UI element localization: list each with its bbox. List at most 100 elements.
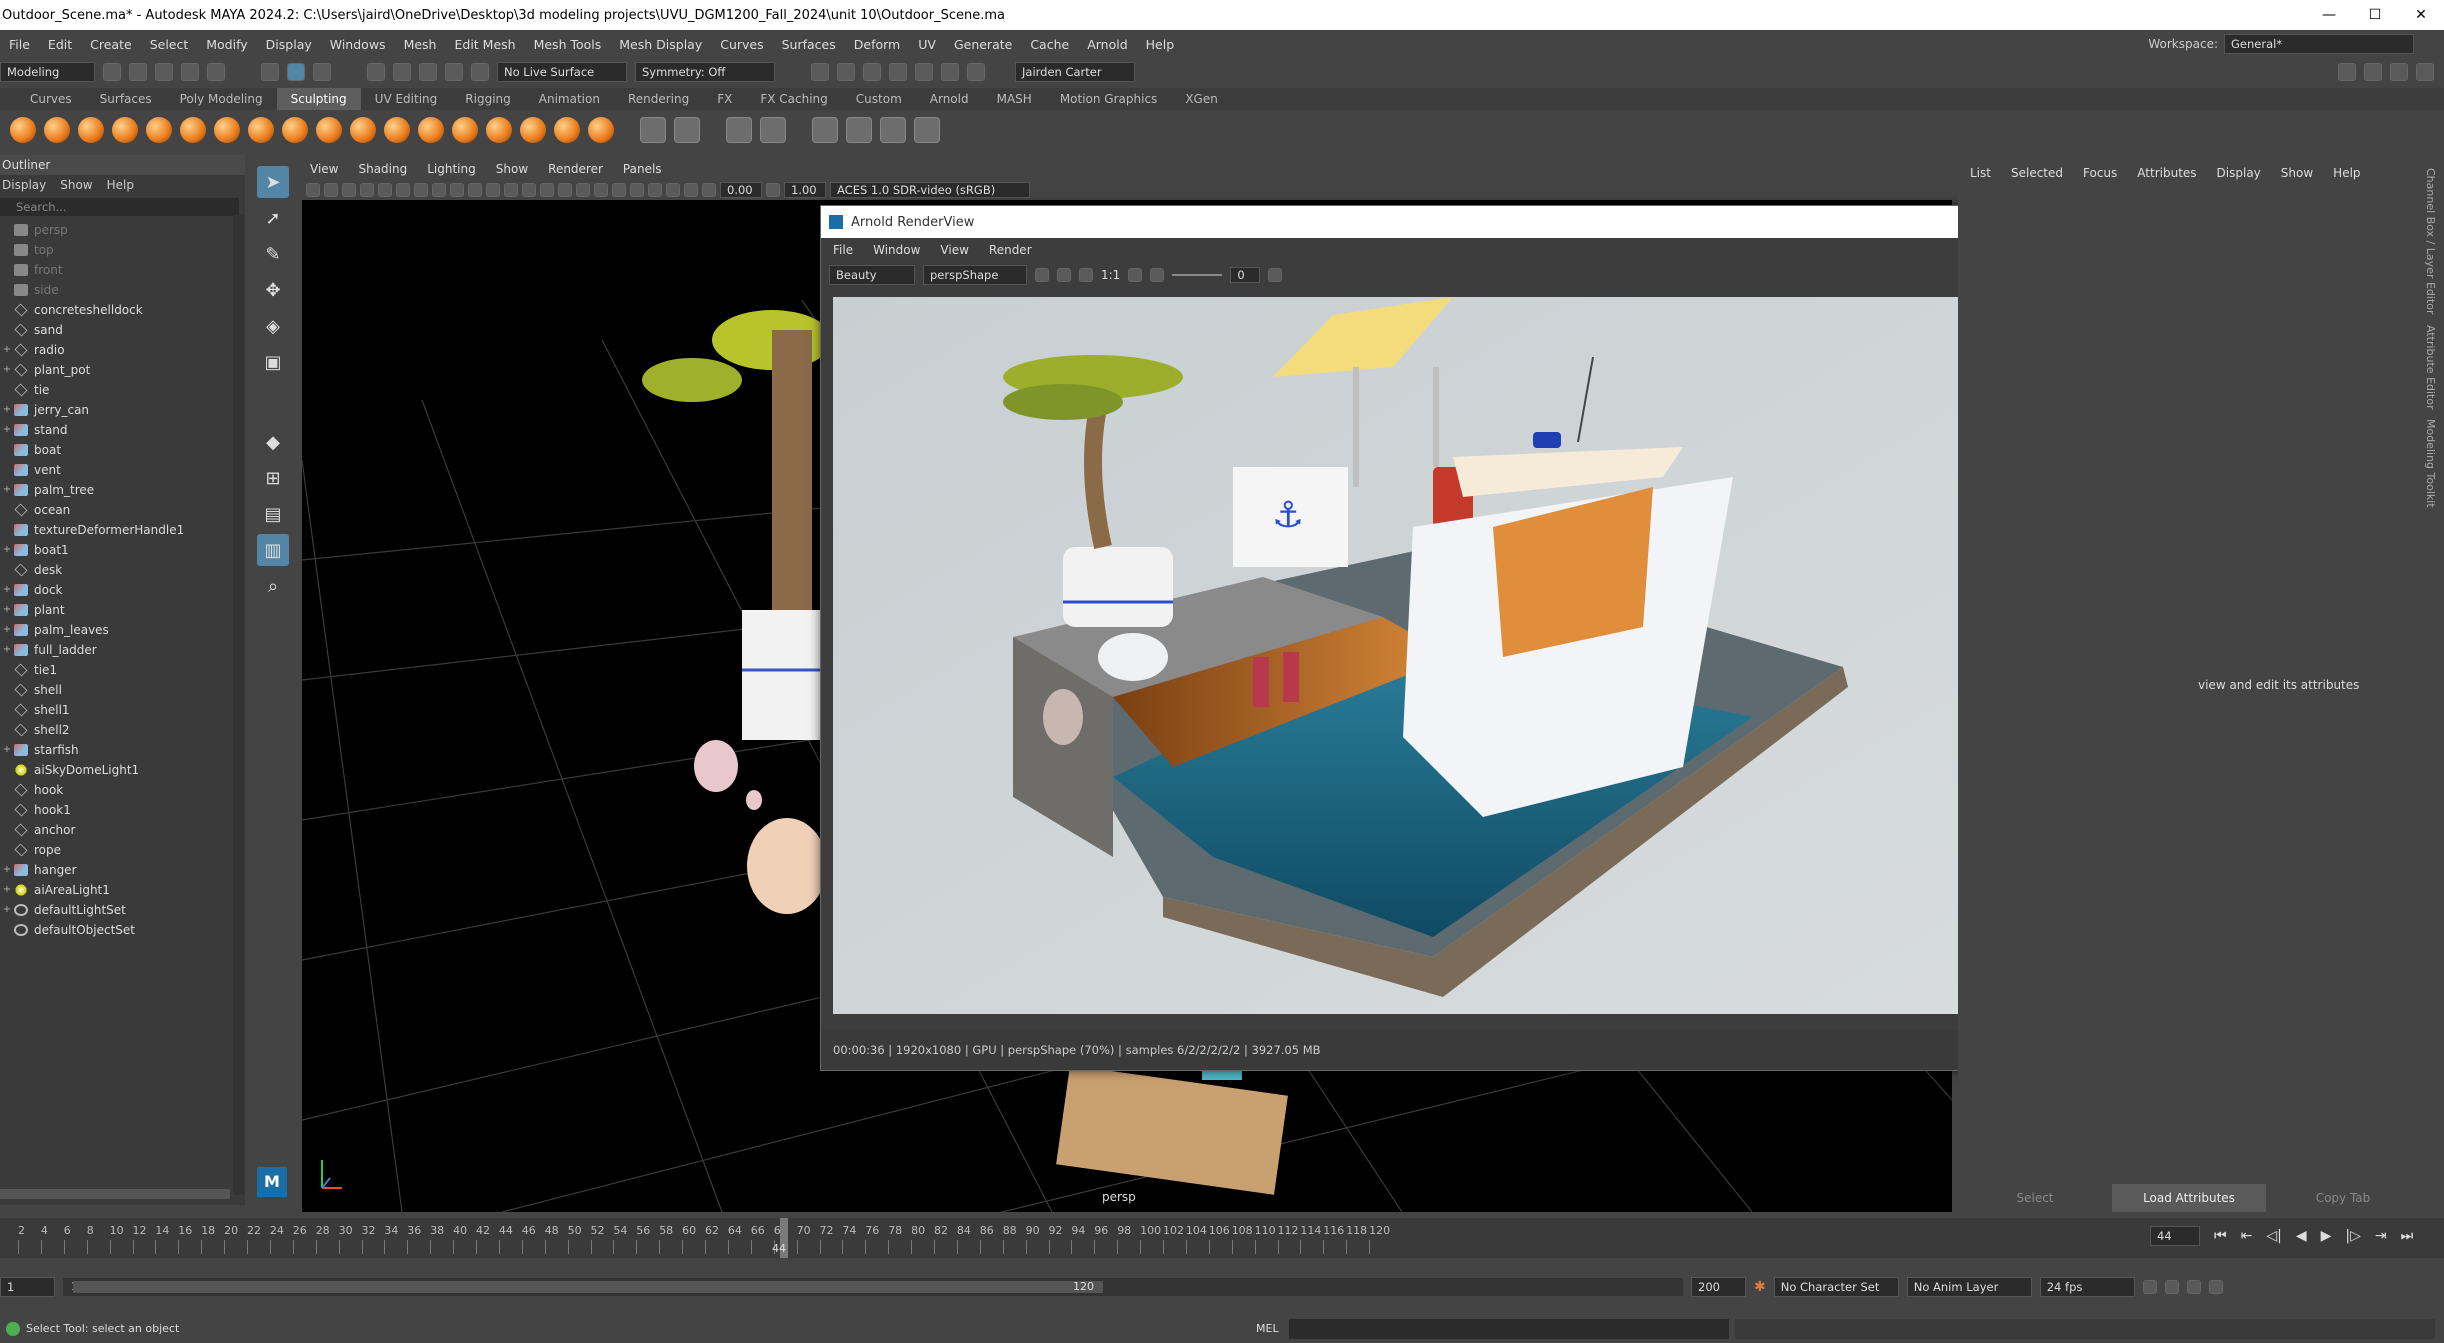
grease-pencil-icon[interactable] bbox=[396, 183, 410, 197]
shelf-tab-fx[interactable]: FX bbox=[703, 88, 746, 110]
cached-playback-icon[interactable] bbox=[2164, 1280, 2179, 1294]
outliner-item[interactable]: anchor bbox=[0, 820, 245, 840]
expand-toggle-icon[interactable]: + bbox=[0, 900, 14, 920]
snap-curve-icon[interactable] bbox=[393, 63, 411, 81]
minimize-button[interactable]: — bbox=[2306, 7, 2352, 23]
bulge-tool-icon[interactable] bbox=[520, 117, 546, 143]
outliner-item[interactable]: + dock bbox=[0, 580, 245, 600]
workspace-dropdown[interactable]: General* bbox=[2224, 34, 2414, 54]
snap-point-icon[interactable] bbox=[419, 63, 437, 81]
render-frame-icon[interactable] bbox=[837, 63, 855, 81]
select-hierarchy-icon[interactable] bbox=[261, 63, 279, 81]
shelf-tab-surfaces[interactable]: Surfaces bbox=[86, 88, 166, 110]
expand-toggle-icon[interactable]: + bbox=[0, 860, 14, 880]
snapshot-icon[interactable] bbox=[1268, 268, 1283, 282]
outliner-search-input[interactable]: Search... bbox=[0, 198, 239, 216]
swap-icon[interactable] bbox=[1079, 268, 1093, 282]
outliner-menu-display[interactable]: Display bbox=[2, 175, 46, 195]
outliner-item[interactable]: ocean bbox=[0, 500, 245, 520]
outliner-item[interactable]: concreteshelldock bbox=[0, 300, 245, 320]
outliner-item[interactable]: shell bbox=[0, 680, 245, 700]
command-input[interactable] bbox=[1288, 1318, 1729, 1339]
menu-cache[interactable]: Cache bbox=[1021, 37, 1078, 52]
knife-tool-icon[interactable] bbox=[452, 117, 478, 143]
ae-menu-help[interactable]: Help bbox=[2333, 166, 2360, 180]
expand-toggle-icon[interactable]: + bbox=[0, 360, 14, 380]
auto-key-icon[interactable]: ✱ bbox=[1754, 1279, 1766, 1295]
shadows-icon[interactable] bbox=[594, 183, 608, 197]
menu-edit[interactable]: Edit bbox=[39, 37, 81, 52]
outliner-item[interactable]: aiSkyDomeLight1 bbox=[0, 760, 245, 780]
ipr-render-icon[interactable] bbox=[863, 63, 881, 81]
shelf-tab-sculpting[interactable]: Sculpting bbox=[276, 88, 361, 110]
mode-dropdown[interactable]: Modeling bbox=[0, 62, 95, 82]
persp-outliner-icon[interactable]: ▤ bbox=[257, 498, 289, 530]
viewport-menu-renderer[interactable]: Renderer bbox=[548, 162, 603, 176]
sculpt-tool-icon[interactable] bbox=[10, 117, 36, 143]
ae-menu-attributes[interactable]: Attributes bbox=[2137, 166, 2196, 180]
outliner-item[interactable]: tie bbox=[0, 380, 245, 400]
outliner-item[interactable]: boat bbox=[0, 440, 245, 460]
outliner-item[interactable]: + plant bbox=[0, 600, 245, 620]
stamp-icon[interactable] bbox=[760, 117, 786, 143]
mask-icon[interactable] bbox=[812, 117, 838, 143]
viewport-menu-view[interactable]: View bbox=[310, 162, 338, 176]
hypershade-icon[interactable] bbox=[915, 63, 933, 81]
lasso-tool-icon[interactable]: ➚ bbox=[257, 202, 289, 234]
scrape-tool-icon[interactable] bbox=[384, 117, 410, 143]
current-frame-field[interactable]: 44 bbox=[2150, 1226, 2200, 1246]
viewport-menu-show[interactable]: Show bbox=[496, 162, 528, 176]
outliner-item[interactable]: desk bbox=[0, 560, 245, 580]
expand-toggle-icon[interactable]: + bbox=[0, 880, 14, 900]
menu-file[interactable]: File bbox=[0, 37, 39, 52]
go-to-start-icon[interactable]: ⏮ bbox=[2214, 1228, 2227, 1244]
grid-toggle-icon[interactable] bbox=[414, 183, 428, 197]
freeze-tool-icon[interactable] bbox=[588, 117, 614, 143]
new-scene-icon[interactable] bbox=[103, 63, 121, 81]
select-component-icon[interactable] bbox=[313, 63, 331, 81]
menu-uv[interactable]: UV bbox=[909, 37, 945, 52]
expand-toggle-icon[interactable]: + bbox=[0, 740, 14, 760]
side-tab-channel-box[interactable]: Channel Box / Layer Editor bbox=[2424, 168, 2437, 315]
outliner-item[interactable]: + hanger bbox=[0, 860, 245, 880]
safe-action-icon[interactable] bbox=[504, 183, 518, 197]
play-backwards-icon[interactable]: ◀ bbox=[2296, 1228, 2307, 1244]
render-canvas[interactable]: ⚓ bbox=[833, 297, 2048, 1014]
menu-windows[interactable]: Windows bbox=[321, 37, 395, 52]
scale-tool-icon[interactable]: ▣ bbox=[257, 346, 289, 378]
step-forward-key-icon[interactable]: ⇥ bbox=[2375, 1228, 2387, 1244]
outliner-item[interactable]: + palm_leaves bbox=[0, 620, 245, 640]
outliner-item[interactable]: vent bbox=[0, 460, 245, 480]
rgb-channels-icon[interactable] bbox=[1057, 268, 1071, 282]
pause-icon[interactable] bbox=[967, 63, 985, 81]
uv-grid-icon[interactable] bbox=[674, 117, 700, 143]
zoom-ratio-button[interactable]: 1:1 bbox=[1101, 268, 1120, 282]
menu-create[interactable]: Create bbox=[81, 37, 141, 52]
renderview-menu-render[interactable]: Render bbox=[989, 243, 1032, 257]
menu-deform[interactable]: Deform bbox=[845, 37, 909, 52]
viewport-menu-shading[interactable]: Shading bbox=[358, 162, 407, 176]
step-back-key-icon[interactable]: ⇤ bbox=[2241, 1228, 2253, 1244]
open-scene-icon[interactable] bbox=[129, 63, 147, 81]
outliner-layout-icon[interactable]: ▥ bbox=[257, 534, 289, 566]
exposure-icon[interactable] bbox=[1150, 268, 1165, 282]
expand-toggle-icon[interactable]: + bbox=[0, 620, 14, 640]
outliner-item[interactable]: hook bbox=[0, 780, 245, 800]
outliner-item[interactable]: + boat1 bbox=[0, 540, 245, 560]
symmetry-dropdown[interactable]: Symmetry: Off bbox=[635, 62, 775, 82]
loop-icon[interactable] bbox=[2142, 1280, 2157, 1294]
ae-menu-focus[interactable]: Focus bbox=[2083, 166, 2117, 180]
go-to-end-icon[interactable]: ⏭ bbox=[2401, 1228, 2414, 1244]
shelf-tab-rigging[interactable]: Rigging bbox=[451, 88, 524, 110]
outliner-item[interactable]: + defaultLightSet bbox=[0, 900, 245, 920]
menu-generate[interactable]: Generate bbox=[945, 37, 1021, 52]
expand-toggle-icon[interactable]: + bbox=[0, 540, 14, 560]
outliner-item[interactable]: textureDeformerHandle1 bbox=[0, 520, 245, 540]
animation-end-field[interactable]: 200 bbox=[1691, 1277, 1746, 1297]
shelf-tab-motion-graphics[interactable]: Motion Graphics bbox=[1046, 88, 1172, 110]
wax-tool-icon[interactable] bbox=[350, 117, 376, 143]
anim-layer-dropdown[interactable]: No Anim Layer bbox=[1906, 1277, 2032, 1297]
expand-toggle-icon[interactable]: + bbox=[0, 420, 14, 440]
outliner-item[interactable]: shell2 bbox=[0, 720, 245, 740]
pinch-tool-icon[interactable] bbox=[146, 117, 172, 143]
